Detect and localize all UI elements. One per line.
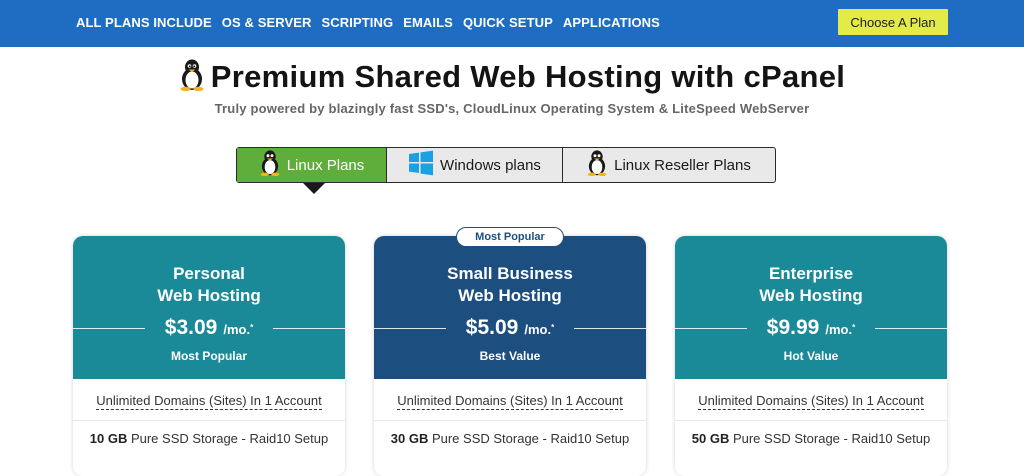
price-amount: $9.99 [766, 316, 820, 339]
price-footnote-mark: * [551, 323, 555, 332]
nav-item-quick-setup[interactable]: QUICK SETUP [463, 15, 553, 30]
plan-name-line2: Web Hosting [458, 286, 562, 305]
page-subtitle: Truly powered by blazingly fast SSD's, C… [214, 101, 810, 116]
plan-name: Personal Web Hosting [73, 263, 345, 307]
plan-price: $9.99/mo.* [675, 314, 947, 344]
linux-tux-icon [586, 150, 608, 180]
plan-card-enterprise[interactable]: Enterprise Web Hosting $9.99/mo.* Hot Va… [675, 236, 947, 476]
page-title: Premium Shared Web Hosting with cPanel [210, 59, 846, 94]
plan-price: $3.09/mo.* [73, 314, 345, 344]
price-period: /mo. [524, 322, 552, 337]
feature-divider [675, 420, 947, 421]
price-row: $9.99/mo.* [675, 314, 947, 342]
plan-card-features: Unlimited Domains (Sites) In 1 Account 3… [374, 379, 646, 476]
linux-tux-icon [259, 150, 281, 180]
tab-label: Linux Plans [286, 156, 365, 174]
plan-badge-text: Most Popular [170, 349, 247, 363]
plan-card-header: Enterprise Web Hosting $9.99/mo.* Hot Va… [675, 236, 947, 379]
nav-item-emails[interactable]: EMAILS [403, 15, 453, 30]
feature-text: Unlimited Domains (Sites) In 1 Account [698, 393, 924, 410]
plan-name-line1: Enterprise [768, 264, 854, 283]
plan-badge-text: Hot Value [783, 349, 839, 363]
linux-tux-icon [179, 59, 205, 96]
feature-unlimited-domains[interactable]: Unlimited Domains (Sites) In 1 Account [374, 393, 646, 410]
feature-unlimited-domains[interactable]: Unlimited Domains (Sites) In 1 Account [675, 393, 947, 410]
tab-label: Linux Reseller Plans [614, 156, 751, 174]
plan-card-header: Personal Web Hosting $3.09/mo.* Most Pop… [73, 236, 345, 379]
nav-item-scripting[interactable]: SCRIPTING [322, 15, 394, 30]
feature-storage: 30 GB Pure SSD Storage - Raid10 Setup [374, 431, 646, 446]
feature-divider [73, 420, 345, 421]
price-period: /mo. [825, 322, 853, 337]
plan-card-features: Unlimited Domains (Sites) In 1 Account 5… [675, 379, 947, 476]
storage-text: Pure SSD Storage - Raid10 Setup [127, 431, 329, 446]
feature-text: Unlimited Domains (Sites) In 1 Account [96, 393, 322, 410]
feature-divider [374, 420, 646, 421]
price-amount: $5.09 [465, 316, 519, 339]
feature-text: Unlimited Domains (Sites) In 1 Account [397, 393, 623, 410]
plan-name: Small Business Web Hosting [374, 263, 646, 307]
feature-storage: 10 GB Pure SSD Storage - Raid10 Setup [73, 431, 345, 446]
top-nav-bar: ALL PLANS INCLUDE OS & SERVER SCRIPTING … [0, 0, 1024, 47]
tab-linux-reseller-plans[interactable]: Linux Reseller Plans [562, 148, 774, 182]
plan-card-features: Unlimited Domains (Sites) In 1 Account 1… [73, 379, 345, 476]
most-popular-pill: Most Popular [456, 227, 564, 247]
page-title-row: Premium Shared Web Hosting with cPanel [0, 56, 1024, 98]
storage-amount: 50 GB [691, 431, 730, 446]
price-row: $3.09/mo.* [73, 314, 345, 342]
tab-linux-plans[interactable]: Linux Plans [237, 148, 386, 182]
plan-card-personal[interactable]: Personal Web Hosting $3.09/mo.* Most Pop… [73, 236, 345, 476]
storage-amount: 10 GB [89, 431, 128, 446]
windows-logo-icon [408, 150, 434, 180]
plan-badge-text: Best Value [479, 349, 541, 363]
plan-os-tabs: Linux Plans Windows plans Linux Reseller… [236, 147, 776, 183]
choose-a-plan-button[interactable]: Choose A Plan [838, 9, 948, 35]
plan-name-line1: Small Business [447, 264, 573, 283]
nav-menu: ALL PLANS INCLUDE OS & SERVER SCRIPTING … [76, 0, 660, 44]
storage-text: Pure SSD Storage - Raid10 Setup [428, 431, 630, 446]
plan-name: Enterprise Web Hosting [675, 263, 947, 307]
price-amount: $3.09 [164, 316, 218, 339]
nav-item-all-plans-include[interactable]: ALL PLANS INCLUDE [76, 15, 212, 30]
tab-windows-plans[interactable]: Windows plans [386, 148, 562, 182]
nav-item-applications[interactable]: APPLICATIONS [563, 15, 660, 30]
price-footnote-mark: * [250, 323, 254, 332]
plan-card-header: Small Business Web Hosting $5.09/mo.* Be… [374, 236, 646, 379]
plan-name-line2: Web Hosting [759, 286, 863, 305]
storage-amount: 30 GB [390, 431, 429, 446]
plan-card-small-business[interactable]: Small Business Web Hosting $5.09/mo.* Be… [374, 236, 646, 476]
plan-name-line2: Web Hosting [157, 286, 261, 305]
price-row: $5.09/mo.* [374, 314, 646, 342]
price-period: /mo. [223, 322, 251, 337]
tab-label: Windows plans [440, 156, 541, 174]
active-tab-pointer [303, 183, 325, 194]
price-footnote-mark: * [852, 323, 856, 332]
feature-storage: 50 GB Pure SSD Storage - Raid10 Setup [675, 431, 947, 446]
plan-name-line1: Personal [173, 264, 245, 283]
plan-price: $5.09/mo.* [374, 314, 646, 344]
storage-text: Pure SSD Storage - Raid10 Setup [729, 431, 931, 446]
feature-unlimited-domains[interactable]: Unlimited Domains (Sites) In 1 Account [73, 393, 345, 410]
nav-item-os-server[interactable]: OS & SERVER [222, 15, 312, 30]
